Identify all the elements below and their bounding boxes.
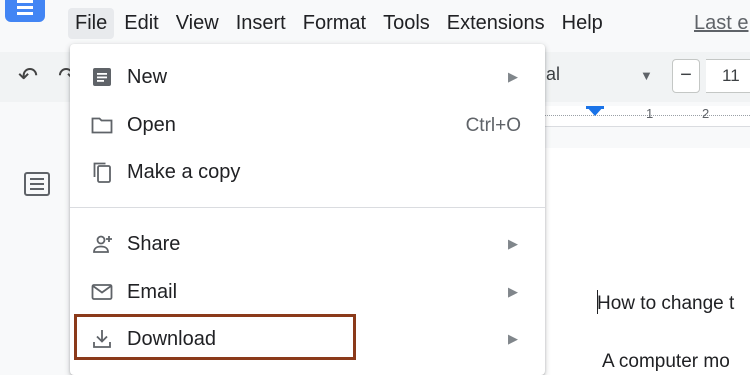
menu-separator [70,207,545,208]
docs-logo-icon[interactable] [5,0,45,22]
menu-item-label: Make a copy [127,161,241,183]
font-size-input[interactable]: 11 [706,59,750,93]
menu-item-label: Email [127,281,178,303]
person-add-icon [93,235,112,253]
menubar: File Edit View Insert Format Tools Exten… [68,0,613,46]
download-highlight-box [74,314,356,360]
font-family-select[interactable]: al [546,64,560,85]
file-menu-open[interactable]: Open Ctrl+O [70,102,545,148]
mail-icon [91,284,113,300]
ruler-number: 1 [646,106,654,121]
document-text-line[interactable]: How to change t [597,293,734,315]
menu-edit[interactable]: Edit [117,8,165,39]
file-menu-email[interactable]: Email ▶ [70,269,545,315]
font-dropdown-caret-icon[interactable]: ▼ [640,68,653,83]
menu-tools[interactable]: Tools [376,8,437,39]
menu-file[interactable]: File [68,7,115,39]
document-page[interactable] [545,148,750,375]
submenu-arrow-icon: ▶ [508,284,518,299]
document-outline-icon[interactable] [24,172,50,196]
undo-icon[interactable]: ↶ [18,62,38,91]
last-edit-link[interactable]: Last e [694,12,748,35]
file-menu-make-a-copy[interactable]: Make a copy [70,149,545,195]
menu-item-label: Share [127,233,181,255]
menu-help[interactable]: Help [555,8,610,39]
folder-icon [91,117,113,134]
submenu-arrow-icon: ▶ [508,236,518,251]
menu-format[interactable]: Format [296,8,373,39]
document-text-line[interactable]: A computer mo [602,351,730,373]
menu-insert[interactable]: Insert [229,8,293,39]
shortcut-label: Ctrl+O [465,115,521,136]
menu-item-label: New [127,66,168,88]
doc-icon [93,68,111,86]
menu-extensions[interactable]: Extensions [440,8,552,39]
font-size-decrease-button[interactable]: − [672,59,700,93]
file-menu-share[interactable]: Share ▶ [70,221,545,267]
copy-icon [93,162,111,183]
menu-view[interactable]: View [169,8,226,39]
file-menu-new[interactable]: New ▶ [70,54,545,100]
indent-marker[interactable] [586,106,604,116]
submenu-arrow-icon: ▶ [508,69,518,84]
menu-item-label: Open [127,114,176,136]
ruler-number: 2 [702,106,710,121]
submenu-arrow-icon: ▶ [508,331,518,346]
